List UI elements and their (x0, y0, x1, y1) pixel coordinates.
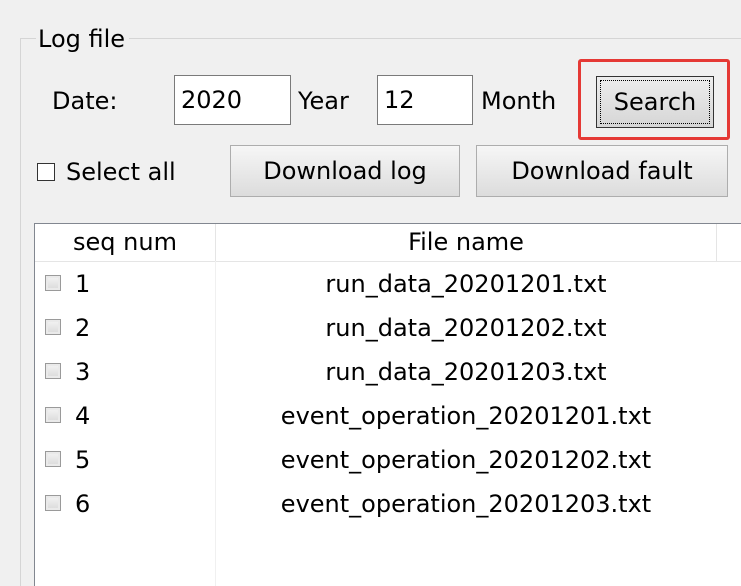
file-name-cell: run_data_20201202.txt (325, 314, 607, 342)
file-name-cell: event_operation_20201203.txt (280, 490, 652, 518)
row-checkbox[interactable] (45, 319, 61, 335)
table-row[interactable]: 6 event_operation_20201203.txt (35, 486, 741, 522)
log-file-panel: Log file Date: Year Month Search Select … (0, 0, 741, 586)
row-checkbox[interactable] (45, 451, 61, 467)
select-all-checkbox[interactable] (37, 163, 55, 181)
file-name-cell: run_data_20201203.txt (325, 358, 607, 386)
column-header-file-name[interactable]: File name (216, 224, 716, 261)
column-divider[interactable] (716, 224, 717, 261)
column-header-seq-num[interactable]: seq num (35, 224, 215, 261)
row-checkbox[interactable] (45, 495, 61, 511)
table-row[interactable]: 2 run_data_20201202.txt (35, 310, 741, 346)
row-checkbox[interactable] (45, 363, 61, 379)
seq-num-cell: 2 (75, 314, 91, 342)
log-file-list[interactable]: seq num File name 1 run_data_20201201.tx… (34, 223, 741, 586)
table-row[interactable]: 5 event_operation_20201202.txt (35, 442, 741, 478)
download-fault-button[interactable]: Download fault (476, 145, 728, 197)
seq-num-cell: 5 (75, 446, 91, 474)
download-log-button[interactable]: Download log (230, 145, 460, 197)
month-label: Month (481, 87, 557, 115)
year-label: Year (298, 87, 349, 115)
seq-num-cell: 4 (75, 402, 91, 430)
file-name-cell: run_data_20201201.txt (325, 270, 607, 298)
table-row[interactable]: 3 run_data_20201203.txt (35, 354, 741, 390)
group-title: Log file (36, 24, 130, 54)
search-button[interactable]: Search (596, 76, 714, 128)
seq-num-cell: 1 (75, 270, 91, 298)
list-header: seq num File name (35, 224, 741, 262)
row-checkbox[interactable] (45, 275, 61, 291)
row-checkbox[interactable] (45, 407, 61, 423)
table-row[interactable]: 4 event_operation_20201201.txt (35, 398, 741, 434)
file-name-cell: event_operation_20201201.txt (280, 402, 652, 430)
month-input[interactable] (377, 75, 473, 125)
file-name-cell: event_operation_20201202.txt (280, 446, 652, 474)
year-input[interactable] (174, 75, 291, 125)
seq-num-cell: 6 (75, 490, 91, 518)
select-all-label: Select all (66, 158, 176, 186)
table-row[interactable]: 1 run_data_20201201.txt (35, 266, 741, 302)
date-label: Date: (52, 87, 118, 115)
seq-num-cell: 3 (75, 358, 91, 386)
